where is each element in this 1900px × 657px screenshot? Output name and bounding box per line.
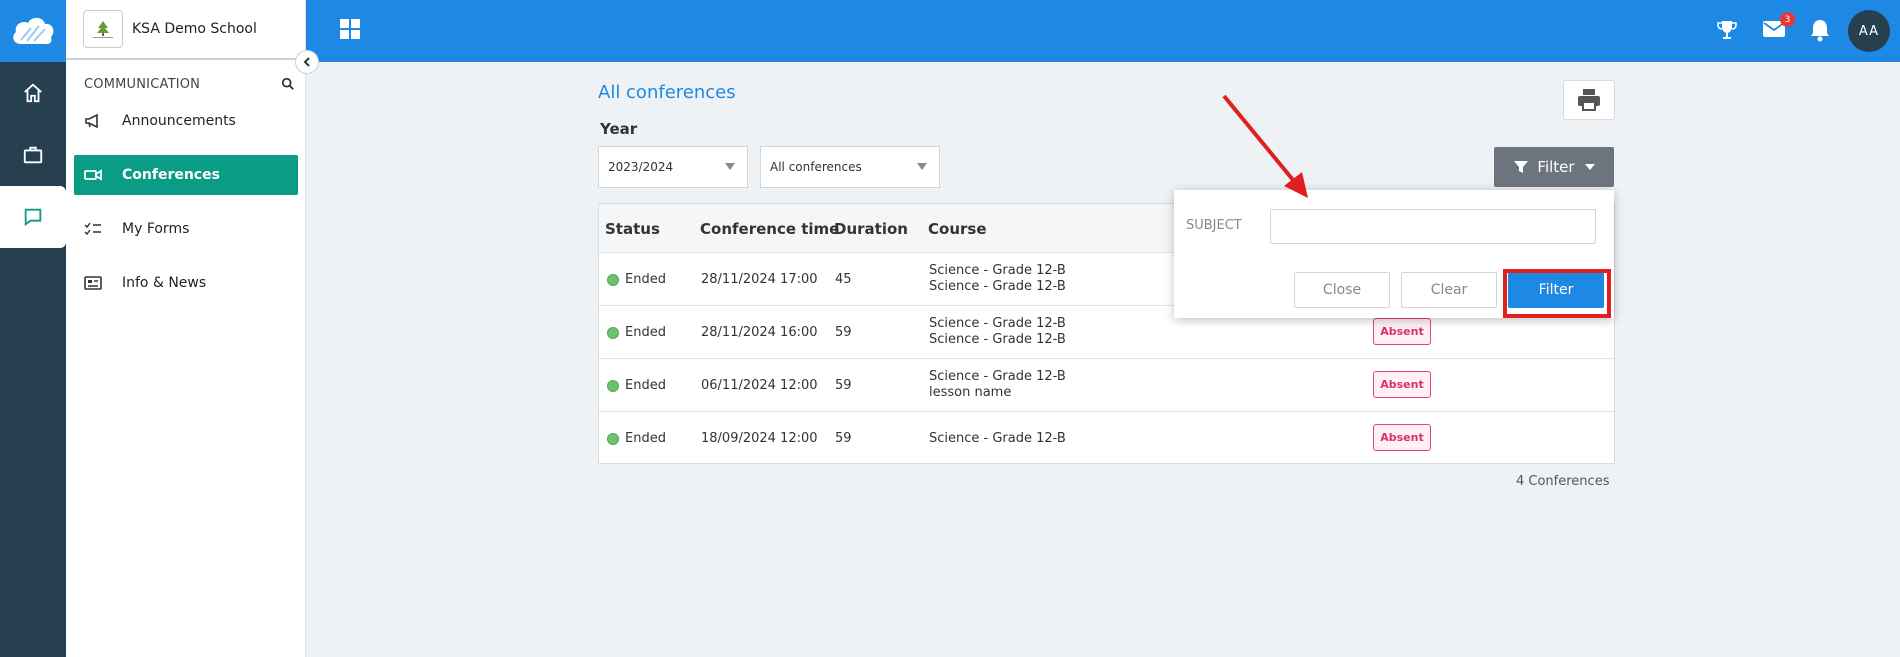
subject-label: SUBJECT xyxy=(1186,218,1242,233)
app-rail xyxy=(0,0,66,657)
trophy-button[interactable] xyxy=(1715,18,1739,46)
search-icon[interactable] xyxy=(281,77,295,91)
user-avatar[interactable]: AA xyxy=(1848,10,1890,52)
collapse-sidebar-button[interactable] xyxy=(295,50,319,74)
trophy-icon xyxy=(1717,21,1737,39)
clear-button[interactable]: Clear xyxy=(1401,272,1497,308)
sidebar-item-info-news[interactable]: Info & News xyxy=(74,263,298,303)
time-cell: 06/11/2024 12:00 xyxy=(701,378,818,393)
status-dot-icon xyxy=(607,274,619,286)
time-cell: 28/11/2024 17:00 xyxy=(701,272,818,287)
section-label: COMMUNICATION xyxy=(84,76,201,92)
mail-button[interactable]: 3 xyxy=(1762,12,1795,44)
school-logo xyxy=(83,10,123,48)
megaphone-icon xyxy=(84,113,106,129)
funnel-icon xyxy=(1514,161,1529,173)
sidebar: KSA Demo School COMMUNICATION Announceme… xyxy=(66,0,306,657)
video-icon xyxy=(84,168,106,182)
apps-grid-button[interactable] xyxy=(339,18,361,44)
rail-home[interactable] xyxy=(0,62,66,124)
status-cell: Ended xyxy=(625,431,666,446)
conference-count: 4 Conferences xyxy=(1516,474,1610,489)
school-name: KSA Demo School xyxy=(132,21,257,37)
close-button[interactable]: Close xyxy=(1294,272,1390,308)
top-bar: 3 AA xyxy=(306,0,1900,62)
duration-cell: 59 xyxy=(835,378,852,393)
home-icon xyxy=(24,83,42,103)
sidebar-item-conferences[interactable]: Conferences xyxy=(74,155,298,195)
year-select[interactable]: 2023/2024 xyxy=(598,146,748,188)
absent-badge: Absent xyxy=(1373,371,1431,398)
course-cell: Science - Grade 12-B xyxy=(929,263,1066,278)
dropdown-caret-icon xyxy=(725,163,735,170)
sidebar-item-announcements[interactable]: Announcements xyxy=(74,101,298,141)
chevron-left-icon xyxy=(303,57,310,67)
table-row[interactable]: Ended 06/11/2024 12:00 59 Science - Grad… xyxy=(599,359,1614,412)
subject-input[interactable] xyxy=(1270,209,1596,244)
checklist-icon xyxy=(84,222,106,236)
filter-toggle-button[interactable]: Filter xyxy=(1494,147,1614,187)
status-dot-icon xyxy=(607,380,619,392)
course-cell: Science - Grade 12-B xyxy=(929,316,1066,331)
annotation-highlight-box xyxy=(1503,269,1611,318)
sidebar-item-label: Conferences xyxy=(122,167,220,183)
year-label: Year xyxy=(600,120,638,138)
tree-logo-icon xyxy=(93,21,113,38)
page-title: All conferences xyxy=(598,82,736,103)
sidebar-item-label: Announcements xyxy=(122,113,236,129)
course-subcell: Science - Grade 12-B xyxy=(929,279,1066,294)
course-cell: Science - Grade 12-B xyxy=(929,431,1066,446)
status-dot-icon xyxy=(607,433,619,445)
caret-down-icon xyxy=(1584,164,1595,170)
header-duration: Duration xyxy=(834,220,908,238)
course-cell: Science - Grade 12-B xyxy=(929,369,1066,384)
absent-badge: Absent xyxy=(1373,318,1431,345)
duration-cell: 59 xyxy=(835,431,852,446)
cloud-logo-icon xyxy=(13,17,54,45)
year-select-value: 2023/2024 xyxy=(608,160,674,174)
course-subcell: lesson name xyxy=(929,385,1012,400)
grid-icon xyxy=(340,19,360,39)
sidebar-item-my-forms[interactable]: My Forms xyxy=(74,209,298,249)
section-header: COMMUNICATION xyxy=(66,60,305,94)
app-logo[interactable] xyxy=(0,0,66,62)
duration-cell: 45 xyxy=(835,272,852,287)
conference-type-select[interactable]: All conferences xyxy=(760,146,940,188)
header-conference-time: Conference time xyxy=(700,220,840,238)
chat-icon xyxy=(24,208,42,227)
rail-communication[interactable] xyxy=(0,186,66,248)
status-cell: Ended xyxy=(625,325,666,340)
absent-badge: Absent xyxy=(1373,424,1431,451)
status-cell: Ended xyxy=(625,378,666,393)
notifications-button[interactable] xyxy=(1809,18,1831,46)
filter-toggle-label: Filter xyxy=(1537,158,1575,176)
briefcase-icon xyxy=(23,146,43,164)
header-status: Status xyxy=(605,220,660,238)
status-dot-icon xyxy=(607,327,619,339)
rail-briefcase[interactable] xyxy=(0,124,66,186)
status-cell: Ended xyxy=(625,272,666,287)
annotation-arrow-icon xyxy=(1222,94,1308,198)
dropdown-caret-icon xyxy=(917,163,927,170)
mail-badge: 3 xyxy=(1780,12,1795,27)
sidebar-item-label: Info & News xyxy=(122,275,207,291)
sidebar-item-label: My Forms xyxy=(122,221,190,237)
conference-type-value: All conferences xyxy=(770,160,862,174)
time-cell: 18/09/2024 12:00 xyxy=(701,431,818,446)
printer-icon xyxy=(1578,89,1600,111)
table-row[interactable]: Ended 18/09/2024 12:00 59 Science - Grad… xyxy=(599,412,1614,465)
course-subcell: Science - Grade 12-B xyxy=(929,332,1066,347)
time-cell: 28/11/2024 16:00 xyxy=(701,325,818,340)
school-header: KSA Demo School xyxy=(66,0,305,60)
header-course: Course xyxy=(928,220,987,238)
bell-icon xyxy=(1811,20,1829,42)
news-icon xyxy=(84,276,106,290)
duration-cell: 59 xyxy=(835,325,852,340)
print-button[interactable] xyxy=(1563,80,1615,120)
